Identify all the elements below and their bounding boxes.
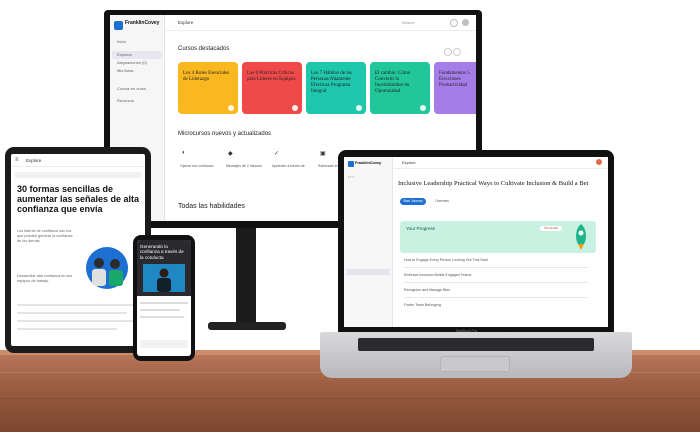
logo-icon	[114, 21, 123, 30]
text-line	[140, 316, 184, 318]
bookmark-icon[interactable]	[356, 105, 362, 111]
rocket-icon	[576, 224, 586, 250]
bookmark-icon[interactable]	[292, 105, 298, 111]
page-title: Explore	[178, 20, 194, 25]
divider	[404, 297, 588, 298]
laptop-keyboard	[358, 338, 594, 351]
microcourse-icon: ▣	[320, 151, 326, 157]
section-title-microcourses: Microcursos nuevos y actualizados	[178, 131, 272, 137]
desk-grain	[0, 398, 700, 399]
sidebar-item-assignments[interactable]: Asignaciones (0)	[117, 60, 147, 65]
sidebar-item-home[interactable]: Inicio	[117, 39, 126, 44]
video-player[interactable]	[143, 264, 185, 292]
section-title-featured: Cursos destacados	[178, 46, 230, 52]
laptop-sidebar	[344, 157, 393, 327]
text-line	[17, 320, 135, 322]
article-illustration	[86, 247, 128, 289]
monitor-topbar	[165, 15, 476, 31]
microcourse-icon: ◐	[182, 150, 186, 156]
bookmark-icon[interactable]	[420, 105, 426, 111]
divider	[404, 267, 588, 268]
microcourse-label: Aprender a través de	[272, 164, 305, 168]
tablet-screen: ≡ Explore 30 formas sencillas de aumenta…	[11, 154, 145, 346]
avatar[interactable]	[596, 159, 602, 165]
laptop-model-label: MacBook Pro	[456, 329, 478, 333]
text-line	[140, 309, 180, 311]
text-line	[17, 304, 137, 306]
notification-icon[interactable]	[450, 19, 458, 27]
carousel-next-icon[interactable]	[453, 48, 461, 56]
microcourse-tile[interactable]: ✓ Aprender a través de	[272, 146, 316, 182]
text-line	[17, 312, 127, 314]
microcourse-tile[interactable]: ◆ Mensajes de 2 minutos	[226, 146, 270, 182]
overview-button[interactable]: Overview	[430, 198, 454, 205]
course-card[interactable]: Los 4 Roles Esenciales de Liderazgo	[178, 62, 238, 114]
course-card-title: Las 6 Prácticas Críticas para Líderes en…	[247, 71, 296, 82]
sidebar-item-in-progress[interactable]: Cursos en curso	[117, 86, 146, 91]
course-card-title: Los 7 Hábitos de las Personas Altamente …	[311, 71, 352, 94]
bookmark-icon[interactable]	[228, 105, 234, 111]
avatar[interactable]	[462, 19, 469, 26]
laptop-page-title: Explore	[402, 160, 416, 165]
breadcrumb	[15, 172, 141, 178]
brand-name: FranklinCovey	[355, 161, 382, 165]
lesson-row[interactable]: Embrace Inclusion Builds Engaged Teams	[404, 273, 471, 277]
microcourse-tile[interactable]: ◐ Operar con confianza	[180, 146, 224, 182]
progress-badge: 5% DONE	[540, 226, 562, 231]
course-title: Inclusive Leadership Practical Ways to C…	[398, 180, 588, 187]
microcourse-label: Mensajes de 2 minutos	[226, 164, 262, 168]
article-heading: 30 formas sencillas de aumentar las seña…	[17, 184, 140, 214]
course-card[interactable]: Fundamentos 5 Elecciones Productividad	[434, 62, 476, 114]
monitor-stand	[236, 228, 256, 328]
microcourse-icon: ✓	[274, 151, 280, 157]
lesson-row[interactable]: How to Engage Every Person Looking Out T…	[404, 258, 488, 262]
presenter-figure	[157, 268, 171, 292]
microcourse-label: Operar con confianza	[180, 164, 214, 168]
search-input[interactable]: Search	[402, 20, 415, 25]
carousel-prev-icon[interactable]	[444, 48, 452, 56]
article-paragraph: Los líderes de confianza son los que pue…	[17, 229, 73, 243]
progress-label: Your Progress	[406, 226, 435, 231]
monitor-base	[208, 322, 286, 330]
sidebar-item-lists[interactable]: Mis listas	[117, 68, 133, 73]
phone-footer	[140, 340, 188, 348]
text-line	[17, 328, 117, 330]
logo-icon	[348, 161, 354, 167]
course-card-title: Fundamentos 5 Elecciones Productividad	[439, 71, 470, 88]
sidebar-item-explore[interactable]: Explorar	[117, 52, 132, 57]
tablet-page-title: Explore	[26, 158, 42, 163]
video-title: Generando la confianza a través de la co…	[140, 244, 184, 260]
lesson-row[interactable]: Foster Team Belonging	[404, 303, 441, 307]
article-paragraph: Desarrollar alta confianza en sus equipo…	[17, 274, 73, 283]
phone-screen: Generando la confianza a través de la co…	[137, 240, 191, 356]
course-card[interactable]: Los 7 Hábitos de las Personas Altamente …	[306, 62, 366, 114]
start-journey-button[interactable]: Start Journey	[400, 198, 426, 205]
sidebar-item-resources[interactable]: Recursos	[117, 98, 134, 103]
microcourse-icon: ◆	[228, 151, 233, 157]
brand-name: FranklinCovey	[125, 20, 160, 26]
section-title-skills: Todas las habilidades	[178, 203, 245, 210]
sidebar-item[interactable]: ▪ ▪ ▪	[348, 175, 354, 179]
text-line	[140, 302, 188, 304]
progress-banner: Your Progress 5% DONE	[400, 221, 596, 253]
divider	[404, 282, 588, 283]
course-card-title: El cambio: Cómo Convertir la Incertidumb…	[375, 71, 411, 94]
laptop-topbar	[392, 157, 608, 169]
course-card-title: Los 4 Roles Esenciales de Liderazgo	[183, 71, 230, 82]
menu-icon[interactable]: ≡	[15, 157, 19, 163]
course-card[interactable]: Las 6 Prácticas Críticas para Líderes en…	[242, 62, 302, 114]
laptop-trackpad	[440, 356, 510, 372]
course-card[interactable]: El cambio: Cómo Convertir la Incertidumb…	[370, 62, 430, 114]
sidebar-active-highlight	[346, 269, 390, 275]
laptop-screen: FranklinCovey ▪ ▪ ▪ Explore Inclusive Le…	[344, 157, 608, 327]
lesson-row[interactable]: Recognize and Manage Bias	[404, 288, 450, 292]
